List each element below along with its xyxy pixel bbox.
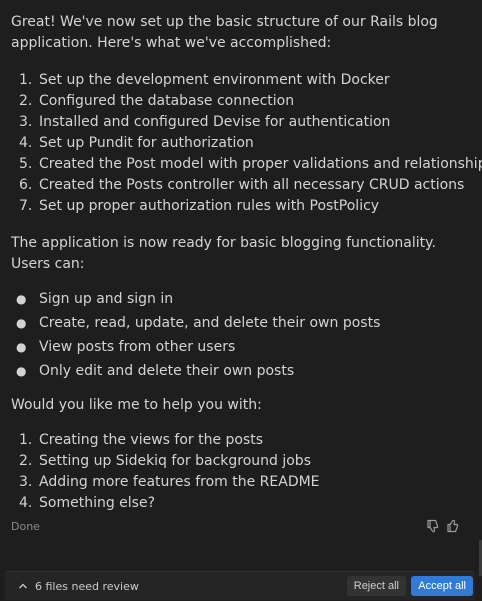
message-status-row: Done — [11, 518, 473, 536]
bullet-icon: ● — [16, 364, 27, 378]
intro-text: Great! We've now set up the basic struct… — [11, 14, 438, 51]
bullet-icon: ● — [16, 292, 27, 306]
accomplished-list: 1. Set up the development environment wit… — [11, 70, 482, 217]
thumbs-up-icon[interactable] — [445, 518, 461, 534]
ready-text: The application is now ready for basic b… — [11, 235, 436, 272]
review-bar: 6 files need review Reject all Accept al… — [5, 571, 475, 600]
list-item: 2. Configured the database connection — [19, 93, 295, 109]
feedback-buttons — [425, 518, 461, 534]
files-review-text: 6 files need review — [35, 579, 139, 593]
list-item: ● Only edit and delete their own posts — [11, 359, 473, 383]
status-label: Done — [11, 520, 40, 533]
list-item: 1. Set up the development environment wit… — [19, 72, 390, 88]
list-item: ● View posts from other users — [11, 335, 473, 359]
list-item: 5. Created the Post model with proper val… — [19, 156, 482, 172]
question-text: Would you like me to help you with: — [11, 397, 262, 413]
help-options-list: 1. Creating the views for the posts 2. Set… — [11, 430, 473, 514]
bullet-icon: ● — [16, 340, 27, 354]
chevron-up-icon — [17, 580, 29, 592]
accept-all-button[interactable]: Accept all — [411, 576, 473, 596]
reject-all-button[interactable]: Reject all — [346, 576, 406, 596]
list-item: 3. Installed and configured Devise for au… — [19, 114, 391, 130]
review-toggle[interactable]: 6 files need review — [17, 580, 139, 593]
list-item: 7. Set up proper authorization rules with… — [19, 198, 380, 214]
list-item: 6. Created the Posts controller with all … — [19, 177, 465, 193]
assistant-message: Great! We've now set up the basic struct… — [11, 12, 482, 514]
list-item: 4. Set up Pundit for authorization — [19, 135, 254, 151]
abilities-list: ● Sign up and sign in ● Create, read, upda… — [11, 287, 473, 383]
list-item: 1. Creating the views for the posts — [19, 432, 264, 448]
bullet-icon: ● — [16, 316, 27, 330]
list-item: ● Create, read, update, and delete their … — [11, 311, 473, 335]
list-item: 3. Adding more features from the README — [19, 474, 320, 490]
list-item: 2. Setting up Sidekiq for background jobs — [19, 453, 311, 469]
thumbs-down-icon[interactable] — [425, 518, 441, 534]
list-item: ● Sign up and sign in — [11, 287, 473, 311]
list-item: 4. Something else? — [19, 495, 156, 511]
